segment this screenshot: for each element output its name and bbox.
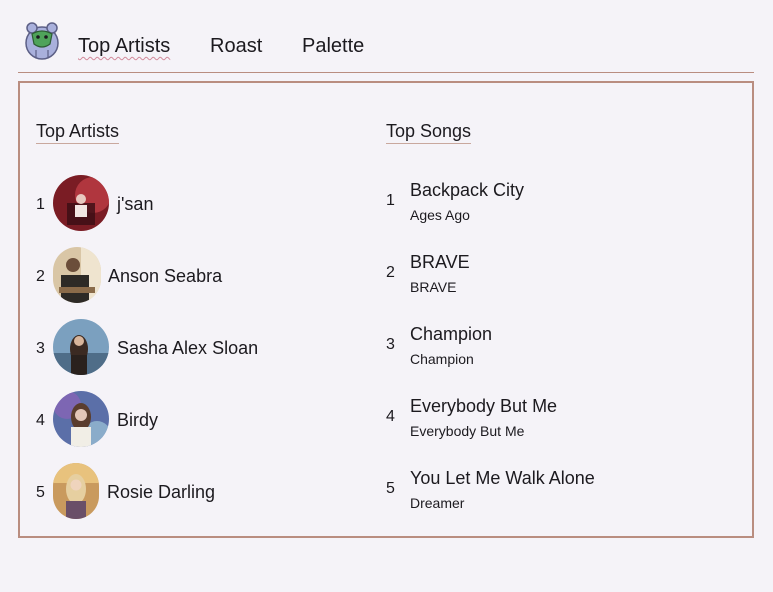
artist-name: Anson Seabra bbox=[108, 266, 223, 286]
avatar bbox=[53, 247, 101, 303]
song-title: BRAVE bbox=[410, 252, 470, 272]
top-songs-heading: Top Songs bbox=[386, 120, 472, 144]
avatar bbox=[53, 391, 109, 447]
artist-row[interactable]: 3 Sasha Alex Sloan bbox=[36, 319, 366, 377]
song-row[interactable]: 5 You Let Me Walk Alone Dreamer bbox=[386, 467, 726, 513]
song-rank: 2 bbox=[386, 264, 395, 281]
song-album: Everybody But Me bbox=[410, 423, 525, 439]
artist-rank: 3 bbox=[36, 340, 45, 357]
song-title: Champion bbox=[410, 324, 493, 344]
top-nav-bar: Top Artists Roast Palette bbox=[18, 0, 754, 73]
nav-top-artists[interactable]: Top Artists bbox=[78, 34, 170, 58]
song-rank: 4 bbox=[386, 408, 395, 425]
artist-name: Rosie Darling bbox=[107, 482, 216, 502]
avatar bbox=[53, 319, 109, 375]
artist-row[interactable]: 5 Rosie Darling bbox=[36, 463, 366, 521]
song-row[interactable]: 3 Champion Champion bbox=[386, 323, 726, 369]
artist-rank: 5 bbox=[36, 484, 45, 501]
song-row[interactable]: 4 Everybody But Me Everybody But Me bbox=[386, 395, 726, 441]
song-album: Ages Ago bbox=[410, 207, 470, 223]
song-row[interactable]: 2 BRAVE BRAVE bbox=[386, 251, 726, 297]
song-row[interactable]: 1 Backpack City Ages Ago bbox=[386, 179, 726, 225]
bear-icon[interactable] bbox=[24, 20, 60, 60]
nav-palette[interactable]: Palette bbox=[302, 34, 364, 58]
artist-rank: 1 bbox=[36, 196, 45, 213]
artist-row[interactable]: 2 Anson Seabra bbox=[36, 247, 366, 305]
artist-rank: 2 bbox=[36, 268, 45, 285]
song-title: Backpack City bbox=[410, 180, 525, 200]
song-title: You Let Me Walk Alone bbox=[410, 468, 595, 488]
song-rank: 3 bbox=[386, 336, 395, 353]
song-rank: 1 bbox=[386, 192, 395, 209]
song-title: Everybody But Me bbox=[410, 396, 558, 416]
artist-name: Birdy bbox=[117, 410, 159, 430]
song-album: Champion bbox=[410, 351, 474, 367]
main-panel: Top Artists 1 j'san 2 Anson Seabra 3 Sas… bbox=[18, 81, 754, 538]
top-artists-heading: Top Artists bbox=[36, 120, 120, 144]
artist-row[interactable]: 1 j'san bbox=[36, 175, 366, 233]
avatar bbox=[53, 463, 99, 519]
artist-rank: 4 bbox=[36, 412, 45, 429]
artist-name: j'san bbox=[117, 194, 154, 214]
song-album: Dreamer bbox=[410, 495, 465, 511]
song-album: BRAVE bbox=[410, 279, 457, 295]
artist-name: Sasha Alex Sloan bbox=[117, 338, 259, 358]
nav-roast[interactable]: Roast bbox=[210, 34, 262, 58]
song-rank: 5 bbox=[386, 480, 395, 497]
artist-row[interactable]: 4 Birdy bbox=[36, 391, 366, 449]
avatar bbox=[53, 175, 109, 231]
